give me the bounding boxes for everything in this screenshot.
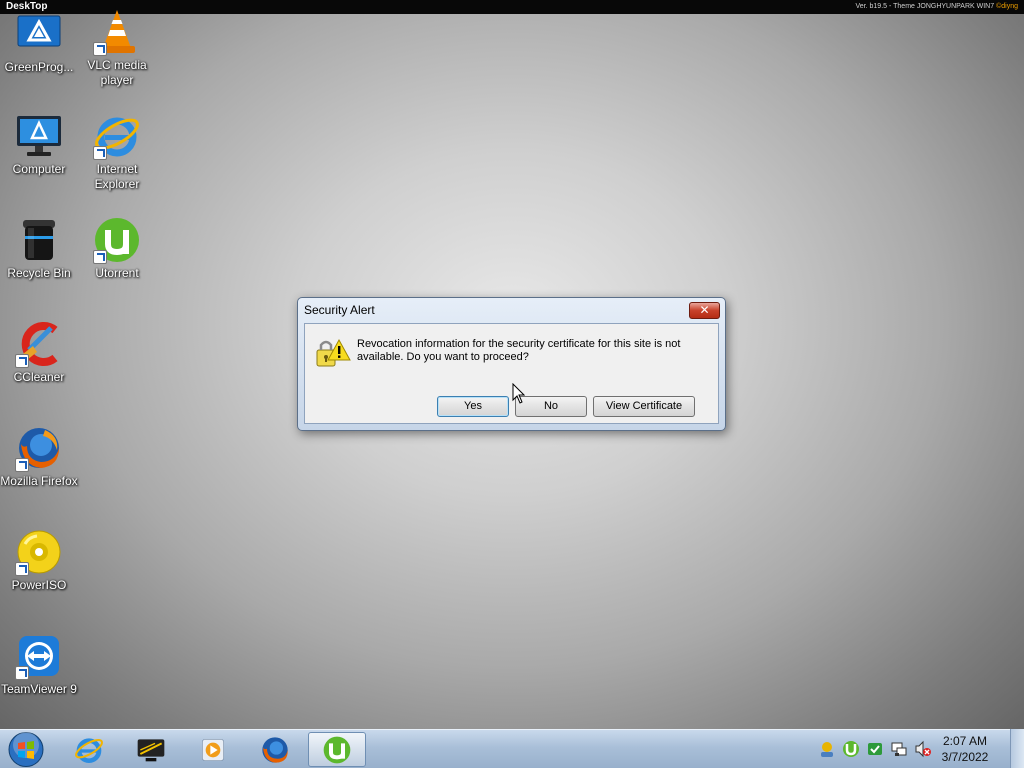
utorrent-icon (93, 216, 141, 264)
shortcut-arrow-icon (15, 562, 29, 576)
desktop-icon-label: Computer (12, 162, 66, 176)
shortcut-arrow-icon (93, 42, 107, 56)
show-desktop-button[interactable] (1010, 729, 1024, 768)
internet-explorer-icon (75, 737, 103, 763)
utorrent-icon (323, 736, 351, 763)
dialog-titlebar[interactable]: Security Alert ✕ (298, 298, 725, 322)
desktop-icon-label: GreenProg... (4, 60, 74, 74)
taskbar-internet-explorer[interactable] (60, 732, 118, 767)
desktop-icon-teamviewer[interactable]: TeamViewer 9 (0, 632, 78, 697)
dialog-title: Security Alert (304, 303, 375, 317)
teamviewer-icon (15, 632, 63, 680)
windows-orb-icon (8, 732, 44, 767)
firefox-icon (15, 424, 63, 472)
user-tray-icon[interactable] (818, 740, 836, 758)
desktop-icon-ccleaner[interactable]: CCleaner (0, 320, 78, 385)
desktop-icon-label: CCleaner (13, 370, 65, 384)
desktop-icon-greenprog[interactable]: GreenProg... (0, 10, 78, 75)
taskbar-firefox[interactable] (246, 732, 304, 767)
desktop-icon-label: VLC media player (87, 58, 147, 87)
desktop-icon-firefox[interactable]: Mozilla Firefox (0, 424, 78, 489)
view-certificate-button[interactable]: View Certificate (593, 396, 695, 417)
clock-date: 3/7/2022 (941, 750, 989, 764)
volume-muted-tray-icon[interactable] (914, 740, 932, 758)
desktop-icon-vlc[interactable]: VLC media player (78, 8, 156, 88)
desktop-icon-recycle-bin[interactable]: Recycle Bin (0, 216, 78, 281)
media-center-icon (137, 738, 165, 761)
recycle-bin-icon (15, 216, 63, 264)
desktop-icon-label: Internet Explorer (94, 162, 140, 191)
yes-button[interactable]: Yes (437, 396, 509, 417)
dialog-message-line: Revocation information for the security … (357, 338, 681, 350)
shortcut-arrow-icon (15, 666, 29, 680)
desktop-icon-label: PowerISO (11, 578, 67, 592)
dialog-body: Revocation information for the security … (304, 323, 719, 424)
vlc-icon (93, 8, 141, 56)
desktop-icon-utorrent[interactable]: Utorrent (78, 216, 156, 281)
taskbar-media-player[interactable] (184, 732, 242, 767)
desktop-icon-label: TeamViewer 9 (1, 682, 77, 696)
clock-time: 2:07 AM (942, 734, 988, 748)
greenprog-icon (15, 10, 63, 58)
network-tray-icon[interactable] (890, 740, 908, 758)
taskbar-media-center[interactable] (122, 732, 180, 767)
dialog-message-line: available. Do you want to proceed? (357, 351, 529, 363)
shortcut-arrow-icon (93, 250, 107, 264)
close-button[interactable]: ✕ (689, 302, 720, 319)
warning-lock-icon (315, 336, 351, 370)
desktop-icon-internet-explorer[interactable]: Internet Explorer (78, 112, 156, 192)
mouse-cursor-icon (512, 383, 525, 404)
ccleaner-icon (15, 320, 63, 368)
firefox-icon (262, 736, 288, 763)
start-button[interactable] (4, 731, 48, 768)
desktop-icon-label: Mozilla Firefox (0, 474, 78, 488)
desktop-icon-poweriso[interactable]: PowerISO (0, 528, 78, 593)
computer-icon (15, 112, 63, 160)
shortcut-arrow-icon (15, 458, 29, 472)
taskbar-utorrent[interactable] (308, 732, 366, 767)
internet-explorer-icon (93, 112, 141, 160)
shortcut-arrow-icon (15, 354, 29, 368)
poweriso-icon (15, 528, 63, 576)
security-alert-dialog: Security Alert ✕ Revocation information … (297, 297, 726, 431)
desktop-icon-label: Utorrent (95, 266, 139, 280)
version-text: Ver. b19.5 - Theme JONGHYUNPARK WIN7 ©di… (855, 3, 1018, 10)
desktop-icon-computer[interactable]: Computer (0, 112, 78, 177)
dialog-message: Revocation information for the security … (357, 338, 687, 364)
no-button[interactable]: No (515, 396, 587, 417)
taskbar-clock[interactable]: 2:07 AM 3/7/2022 (936, 733, 994, 765)
update-tray-icon[interactable] (866, 740, 884, 758)
utorrent-tray-icon[interactable] (842, 740, 860, 758)
desktop-icon-label: Recycle Bin (7, 266, 71, 280)
media-player-icon (202, 738, 224, 761)
shortcut-arrow-icon (93, 146, 107, 160)
